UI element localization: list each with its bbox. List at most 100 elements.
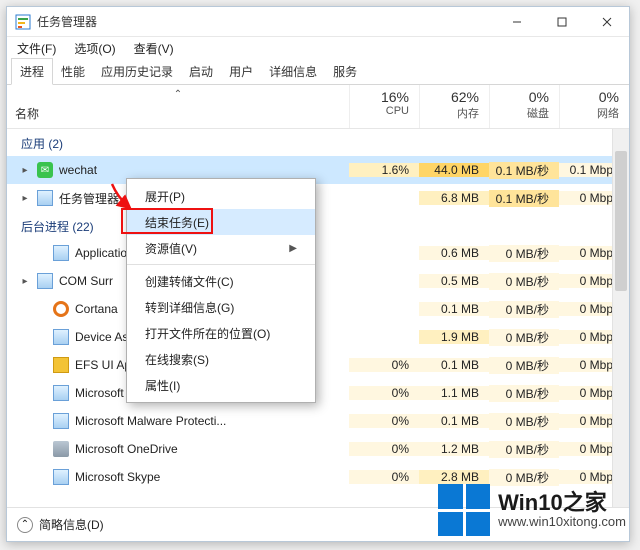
tab-startup[interactable]: 启动 [181, 59, 221, 84]
app-generic-icon [37, 190, 53, 206]
context-menu-item[interactable]: 展开(P) [127, 183, 315, 209]
process-row[interactable]: Application0.6 MB0 MB/秒0 Mbps [7, 239, 629, 267]
footer-label[interactable]: 简略信息(D) [39, 516, 104, 533]
menu-item-label: 结束任务(E) [145, 214, 209, 231]
group-background-header: 后台进程 (22) [7, 212, 629, 239]
cell-cpu: 0% [349, 386, 419, 400]
cell-disk: 0 MB/秒 [489, 385, 559, 402]
menu-view[interactable]: 查看(V) [130, 38, 178, 59]
menu-options[interactable]: 选项(O) [70, 38, 119, 59]
process-name-cell: Microsoft Malware Protecti... [7, 413, 349, 429]
process-name-cell: ▸ ✉ wechat [7, 162, 349, 178]
column-name-label: 名称 [15, 105, 39, 122]
mem-usage-pct: 62% [420, 89, 479, 105]
expand-chevron-icon[interactable] [35, 303, 47, 315]
cell-disk: 0 MB/秒 [489, 273, 559, 290]
context-menu-item[interactable]: 资源值(V)▶ [127, 235, 315, 261]
cell-disk: 0.1 MB/秒 [489, 190, 559, 207]
context-menu-item[interactable]: 属性(I) [127, 372, 315, 398]
expand-chevron-icon[interactable]: ▸ [19, 192, 31, 204]
vertical-scrollbar[interactable] [612, 129, 629, 509]
app-generic-icon [53, 245, 69, 261]
tab-performance[interactable]: 性能 [53, 59, 93, 84]
cell-mem: 44.0 MB [419, 163, 489, 177]
context-menu-item[interactable]: 在线搜索(S) [127, 346, 315, 372]
tab-processes[interactable]: 进程 [11, 58, 53, 85]
column-cpu[interactable]: 16% CPU [349, 85, 419, 128]
expand-chevron-icon[interactable] [35, 387, 47, 399]
expand-chevron-icon[interactable]: ▸ [19, 164, 31, 176]
cell-cpu: 0% [349, 414, 419, 428]
cell-disk: 0 MB/秒 [489, 357, 559, 374]
cell-mem: 1.9 MB [419, 330, 489, 344]
expand-chevron-icon[interactable]: ▸ [19, 275, 31, 287]
cpu-label: CPU [350, 105, 409, 117]
column-name[interactable]: ⌃ 名称 [7, 85, 349, 128]
submenu-arrow-icon: ▶ [289, 243, 297, 254]
context-menu-item[interactable]: 打开文件所在的位置(O) [127, 320, 315, 346]
wechat-icon: ✉ [37, 162, 53, 178]
process-row[interactable]: Microsoft IME0%1.1 MB0 MB/秒0 Mbps [7, 379, 629, 407]
minimize-button[interactable] [494, 7, 539, 37]
net-usage-pct: 0% [560, 89, 619, 105]
context-menu-item[interactable]: 转到详细信息(G) [127, 294, 315, 320]
process-name-label: Microsoft Malware Protecti... [75, 414, 226, 428]
column-header: ⌃ 名称 16% CPU 62% 内存 0% 磁盘 0% 网络 [7, 85, 629, 129]
watermark-title: Win10之家 [498, 490, 626, 515]
cell-cpu: 1.6% [349, 163, 419, 177]
process-row[interactable]: Microsoft OneDrive0%1.2 MB0 MB/秒0 Mbps [7, 435, 629, 463]
menubar: 文件(F) 选项(O) 查看(V) [7, 37, 629, 59]
tab-services[interactable]: 服务 [325, 59, 365, 84]
process-row[interactable]: EFS UI Application0%0.1 MB0 MB/秒0 Mbps [7, 351, 629, 379]
process-row[interactable]: Microsoft Malware Protecti...0%0.1 MB0 M… [7, 407, 629, 435]
menu-item-label: 属性(I) [145, 377, 180, 394]
cell-disk: 0.1 MB/秒 [489, 162, 559, 179]
disk-usage-pct: 0% [490, 89, 549, 105]
menu-file[interactable]: 文件(F) [13, 38, 60, 59]
app-generic-icon [37, 273, 53, 289]
cell-mem: 0.5 MB [419, 274, 489, 288]
process-name-label: wechat [59, 163, 97, 177]
process-row[interactable]: ▸COM Surr0.5 MB0 MB/秒0 Mbps [7, 267, 629, 295]
cell-cpu: 0% [349, 442, 419, 456]
watermark-url: www.win10xitong.com [498, 515, 626, 530]
titlebar: 任务管理器 [7, 7, 629, 37]
maximize-button[interactable] [539, 7, 584, 37]
process-name-cell: Microsoft OneDrive [7, 441, 349, 457]
process-row[interactable]: Cortana0.1 MB0 MB/秒0 Mbps [7, 295, 629, 323]
process-name-label: Cortana [75, 302, 118, 316]
tab-apphistory[interactable]: 应用历史记录 [93, 59, 181, 84]
app-generic-icon [53, 329, 69, 345]
menu-item-label: 展开(P) [145, 188, 185, 205]
cortana-icon [53, 301, 69, 317]
cell-mem: 0.1 MB [419, 414, 489, 428]
cell-cpu: 0% [349, 470, 419, 484]
menu-separator [127, 264, 315, 265]
context-menu: 展开(P) 结束任务(E) 资源值(V)▶ 创建转储文件(C) 转到详细信息(G)打开文… [126, 178, 316, 403]
column-network[interactable]: 0% 网络 [559, 85, 629, 128]
context-menu-item[interactable]: 结束任务(E) [127, 209, 315, 235]
column-disk[interactable]: 0% 磁盘 [489, 85, 559, 128]
expand-chevron-icon[interactable] [35, 415, 47, 427]
menu-item-label: 创建转储文件(C) [145, 273, 234, 290]
process-row[interactable]: ▸✉wechat1.6%44.0 MB0.1 MB/秒0.1 Mbps [7, 156, 629, 184]
expand-chevron-icon[interactable] [35, 331, 47, 343]
column-memory[interactable]: 62% 内存 [419, 85, 489, 128]
process-row[interactable]: ▸任务管理器6.8 MB0.1 MB/秒0 Mbps [7, 184, 629, 212]
expand-chevron-icon[interactable] [35, 443, 47, 455]
app-generic-icon [53, 469, 69, 485]
expand-chevron-icon[interactable] [35, 247, 47, 259]
process-row[interactable]: Device Ass1.9 MB0 MB/秒0 Mbps [7, 323, 629, 351]
tab-users[interactable]: 用户 [221, 59, 261, 84]
group-apps-header: 应用 (2) [7, 129, 629, 156]
expand-chevron-icon[interactable] [35, 359, 47, 371]
cell-disk: 0 MB/秒 [489, 441, 559, 458]
cpu-usage-pct: 16% [350, 89, 409, 105]
close-button[interactable] [584, 7, 629, 37]
scrollbar-thumb[interactable] [615, 151, 627, 291]
onedrive-icon [53, 441, 69, 457]
chevron-up-icon[interactable]: ⌃ [17, 517, 33, 533]
context-menu-item[interactable]: 创建转储文件(C) [127, 268, 315, 294]
expand-chevron-icon[interactable] [35, 471, 47, 483]
tab-details[interactable]: 详细信息 [261, 59, 325, 84]
